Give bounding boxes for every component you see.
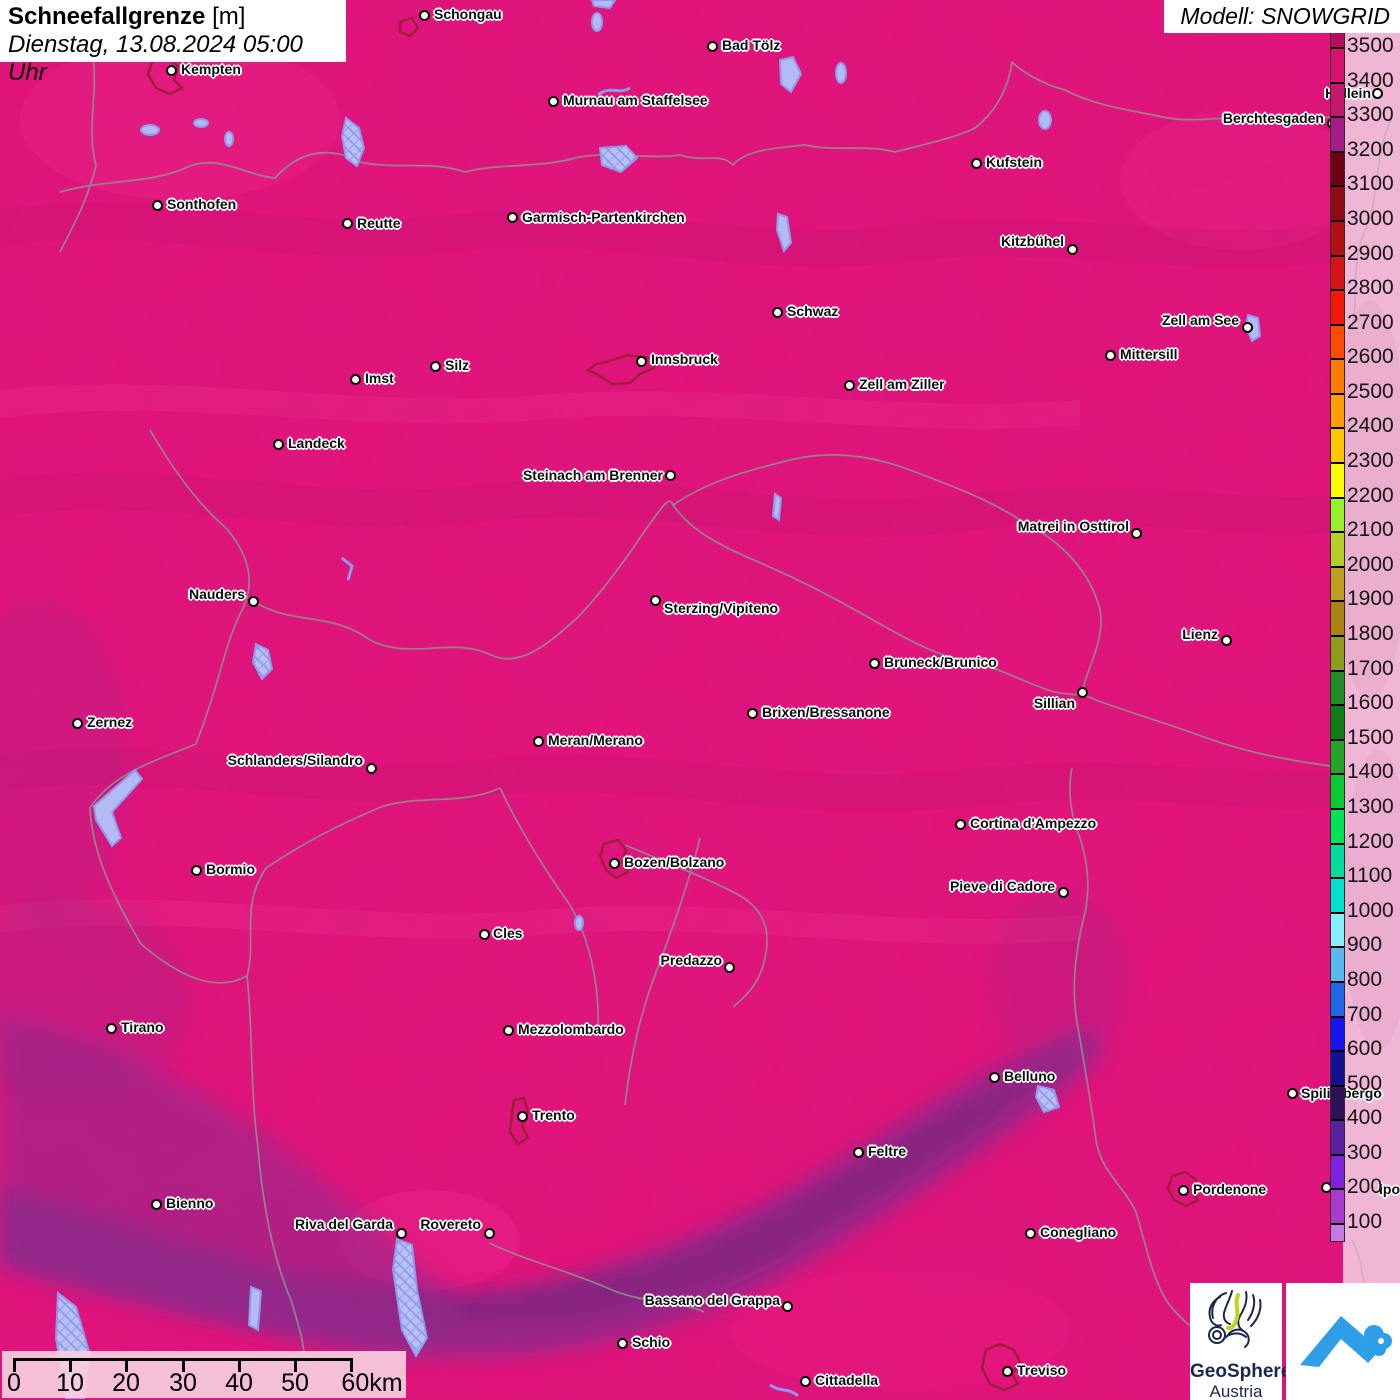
model-label-box: Modell: SNOWGRID bbox=[1164, 0, 1400, 33]
scalebar-tick-label: 50 bbox=[281, 1369, 309, 1398]
colorbar-segment bbox=[1331, 358, 1344, 393]
colorbar-segment bbox=[1331, 462, 1344, 497]
colorbar-segment bbox=[1331, 1119, 1344, 1154]
colorbar-segment bbox=[1331, 981, 1344, 1016]
model-label: Modell: SNOWGRID bbox=[1180, 3, 1390, 29]
colorbar-strip bbox=[1330, 30, 1345, 1242]
colorbar-segment bbox=[1331, 289, 1344, 324]
colorbar-segment bbox=[1331, 427, 1344, 462]
colorbar-segment bbox=[1331, 843, 1344, 878]
scalebar-tick-label: 40 bbox=[225, 1369, 253, 1398]
map-title-box: Schneefallgrenze [m] Dienstag, 13.08.202… bbox=[0, 0, 346, 62]
colorbar-segment bbox=[1331, 808, 1344, 843]
colorbar-segment bbox=[1331, 912, 1344, 947]
colorbar-segment bbox=[1331, 877, 1344, 912]
colorbar-segment bbox=[1331, 635, 1344, 670]
colorbar-segment bbox=[1331, 1154, 1344, 1189]
terrain-grain bbox=[0, 0, 1343, 1400]
colorbar-segment bbox=[1331, 670, 1344, 705]
colorbar-segment bbox=[1331, 566, 1344, 601]
colorbar-segment bbox=[1331, 773, 1344, 808]
colorbar-segment bbox=[1331, 531, 1344, 566]
scalebar-tick-label: 20 bbox=[112, 1369, 140, 1398]
map-valid-time: Dienstag, 13.08.2024 05:00 Uhr bbox=[8, 31, 346, 87]
colorbar-segment bbox=[1331, 1223, 1344, 1241]
geosphere-logo-box: GeoSphere Austria bbox=[1190, 1283, 1282, 1400]
weather-map-screenshot: HalleinBerchtesgadenSpilimbergoipo 35003… bbox=[0, 0, 1400, 1400]
map-title-parameter: Schneefallgrenze bbox=[8, 3, 205, 30]
partner-logo-box bbox=[1286, 1283, 1400, 1400]
mountain-cloud-logo-icon bbox=[1286, 1283, 1400, 1400]
colorbar-segment bbox=[1331, 739, 1344, 774]
colorbar-segment bbox=[1331, 1085, 1344, 1120]
geosphere-logo-name: GeoSphere bbox=[1190, 1362, 1282, 1382]
colorbar-segment bbox=[1331, 1050, 1344, 1085]
colorbar-segment bbox=[1331, 324, 1344, 359]
colorbar-segment bbox=[1331, 497, 1344, 532]
map-canvas bbox=[0, 0, 1400, 1400]
geosphere-logo-country: Austria bbox=[1190, 1382, 1282, 1400]
colorbar-segment bbox=[1331, 31, 1344, 47]
colorbar-segment bbox=[1331, 393, 1344, 428]
scalebar: 0 10 20 30 40 50 60km bbox=[2, 1351, 406, 1398]
colorbar-segment bbox=[1331, 600, 1344, 635]
scalebar-tick-label: 30 bbox=[169, 1369, 197, 1398]
colorbar-segment bbox=[1331, 1188, 1344, 1223]
colorbar-segment bbox=[1331, 704, 1344, 739]
colorbar-segment bbox=[1331, 1016, 1344, 1051]
colorbar-segment bbox=[1331, 220, 1344, 255]
scalebar-tick-label: 60km bbox=[341, 1369, 402, 1398]
colorbar-segment bbox=[1331, 116, 1344, 151]
scalebar-tick-label: 0 bbox=[7, 1369, 21, 1398]
map-title-unit: [m] bbox=[205, 3, 245, 30]
colorbar-segment bbox=[1331, 946, 1344, 981]
colorbar-segment bbox=[1331, 82, 1344, 117]
colorbar-segment bbox=[1331, 151, 1344, 186]
map-title: Schneefallgrenze [m] bbox=[8, 2, 346, 31]
scalebar-tick-label: 10 bbox=[56, 1369, 84, 1398]
colorbar-segment bbox=[1331, 255, 1344, 290]
colorbar-segment bbox=[1331, 47, 1344, 82]
geosphere-logo-icon bbox=[1190, 1283, 1282, 1355]
colorbar-segment bbox=[1331, 185, 1344, 220]
